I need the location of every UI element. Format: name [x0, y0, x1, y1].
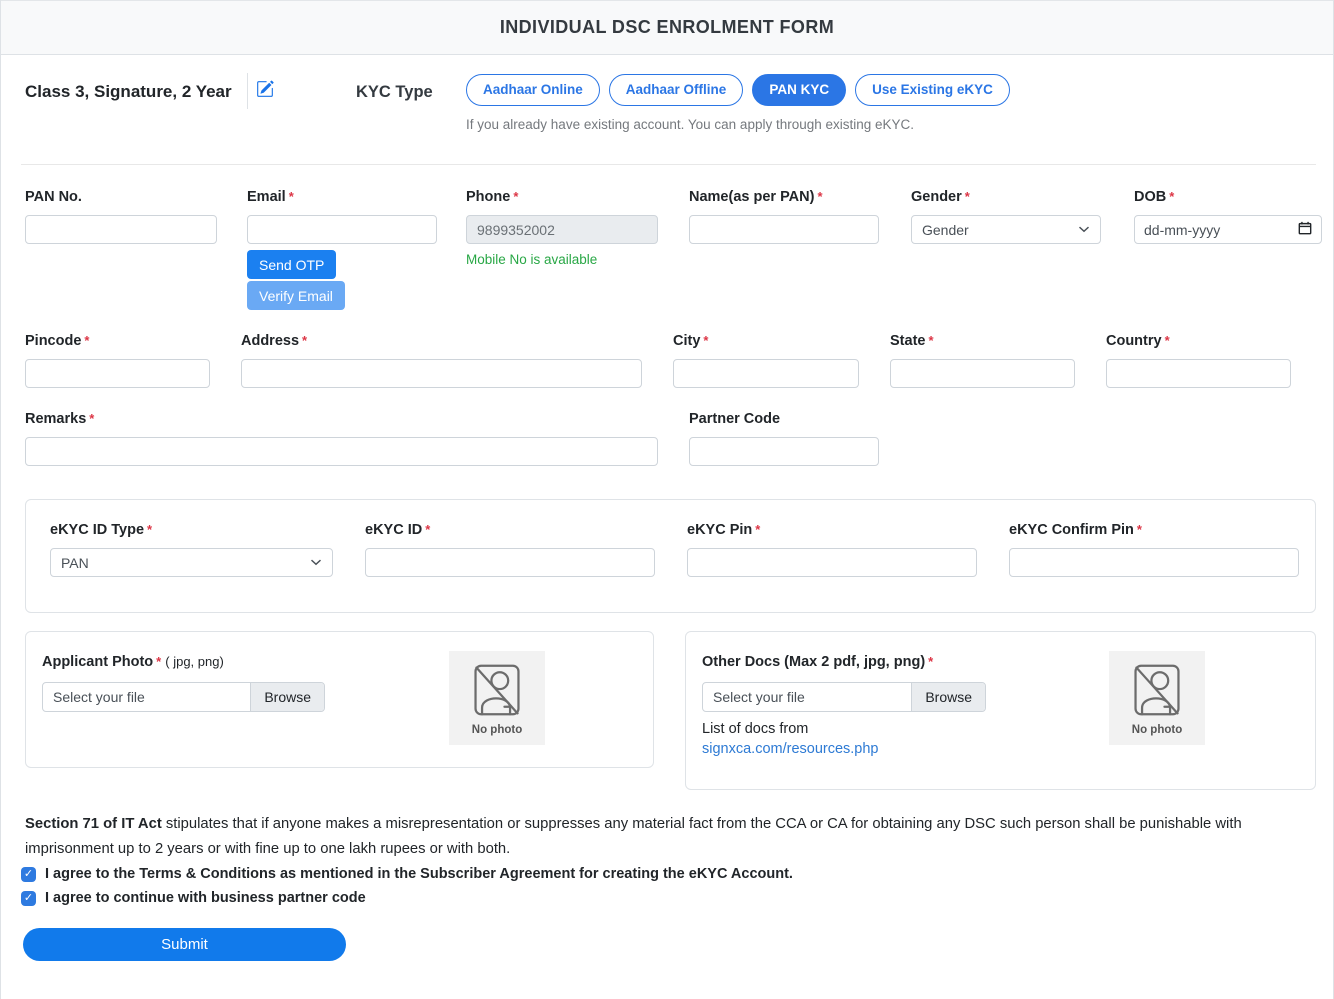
product-label: Class 3, Signature, 2 Year — [25, 82, 232, 102]
no-photo-person-icon — [469, 661, 525, 722]
ekyc-confirm-pin-label: eKYC Confirm Pin* — [1009, 522, 1142, 538]
docs-list-link[interactable]: signxca.com/resources.php — [702, 741, 879, 757]
no-photo-text: No photo — [1132, 724, 1182, 736]
country-input[interactable] — [1106, 359, 1291, 388]
other-docs-file-input[interactable]: Select your file Browse — [702, 682, 986, 712]
ekyc-id-type-value: PAN — [61, 555, 89, 571]
chevron-down-icon — [310, 555, 322, 571]
address-input[interactable] — [241, 359, 642, 388]
section-71-body: stipulates that if anyone makes a misrep… — [25, 816, 1242, 857]
file-placeholder: Select your file — [703, 683, 911, 711]
email-label: Email* — [247, 189, 294, 205]
chevron-down-icon — [1078, 222, 1090, 238]
applicant-photo-file-input[interactable]: Select your file Browse — [42, 682, 325, 712]
ekyc-pin-input[interactable] — [687, 548, 977, 577]
file-placeholder: Select your file — [43, 683, 250, 711]
ekyc-id-type-label: eKYC ID Type* — [50, 522, 152, 538]
kyc-option-aadhaar-online[interactable]: Aadhaar Online — [466, 74, 600, 106]
pincode-label: Pincode* — [25, 333, 89, 349]
docs-list-text: List of docs from — [702, 721, 808, 737]
other-docs-no-photo-placeholder: No photo — [1109, 651, 1205, 745]
section-divider — [21, 164, 1316, 165]
kyc-option-pan-kyc[interactable]: PAN KYC — [752, 74, 846, 106]
ekyc-card: eKYC ID Type* PAN eKYC ID* eKYC Pin* eKY… — [25, 499, 1316, 613]
section-71-bold: Section 71 of IT Act — [25, 816, 162, 832]
city-input[interactable] — [673, 359, 859, 388]
enrolment-form-page: INDIVIDUAL DSC ENROLMENT FORM Class 3, S… — [0, 0, 1334, 999]
partner-code-label: Partner Code — [689, 411, 780, 427]
submit-button[interactable]: Submit — [23, 928, 346, 961]
applicant-no-photo-placeholder: No photo — [449, 651, 545, 745]
gender-select[interactable]: Gender — [911, 215, 1101, 244]
ekyc-id-input[interactable] — [365, 548, 655, 577]
applicant-photo-label: Applicant Photo* ( jpg, png) — [42, 654, 224, 670]
address-label: Address* — [241, 333, 307, 349]
terms-checkbox[interactable]: ✓ — [21, 867, 36, 882]
other-docs-label: Other Docs (Max 2 pdf, jpg, png)* — [702, 654, 933, 670]
edit-pencil-icon — [256, 86, 274, 101]
other-docs-card: Other Docs (Max 2 pdf, jpg, png)* Select… — [685, 631, 1316, 790]
page-title: INDIVIDUAL DSC ENROLMENT FORM — [1, 1, 1333, 54]
vertical-divider — [247, 73, 248, 109]
no-photo-text: No photo — [472, 724, 522, 736]
terms-agreement-label: I agree to the Terms & Conditions as men… — [45, 866, 793, 882]
calendar-icon — [1298, 221, 1312, 238]
pincode-input[interactable] — [25, 359, 210, 388]
country-label: Country* — [1106, 333, 1170, 349]
gender-label: Gender* — [911, 189, 970, 205]
kyc-option-use-existing-ekyc[interactable]: Use Existing eKYC — [855, 74, 1010, 106]
ekyc-pin-label: eKYC Pin* — [687, 522, 760, 538]
browse-button[interactable]: Browse — [911, 683, 985, 711]
kyc-type-options: Aadhaar Online Aadhaar Offline PAN KYC U… — [466, 74, 1010, 106]
ekyc-confirm-pin-input[interactable] — [1009, 548, 1299, 577]
send-otp-button[interactable]: Send OTP — [247, 250, 336, 279]
dob-placeholder: dd-mm-yyyy — [1144, 222, 1220, 238]
partner-code-checkbox[interactable]: ✓ — [21, 891, 36, 906]
dob-input[interactable]: dd-mm-yyyy — [1134, 215, 1322, 244]
section-71-notice: Section 71 of IT Act stipulates that if … — [25, 812, 1316, 862]
city-label: City* — [673, 333, 708, 349]
phone-label: Phone* — [466, 189, 518, 205]
phone-input — [466, 215, 658, 244]
partner-code-input[interactable] — [689, 437, 879, 466]
gender-select-value: Gender — [922, 222, 969, 238]
name-label: Name(as per PAN)* — [689, 189, 823, 205]
browse-button[interactable]: Browse — [250, 683, 324, 711]
remarks-label: Remarks* — [25, 411, 94, 427]
edit-product-button[interactable] — [256, 80, 274, 101]
verify-email-button[interactable]: Verify Email — [247, 281, 345, 310]
terms-agreement-row: ✓ I agree to the Terms & Conditions as m… — [21, 866, 793, 882]
page-header: INDIVIDUAL DSC ENROLMENT FORM — [1, 0, 1333, 55]
pan-input[interactable] — [25, 215, 217, 244]
phone-status-text: Mobile No is available — [466, 252, 597, 267]
email-input[interactable] — [247, 215, 437, 244]
applicant-photo-card: Applicant Photo* ( jpg, png) Select your… — [25, 631, 654, 768]
no-photo-person-icon — [1129, 661, 1185, 722]
name-input[interactable] — [689, 215, 879, 244]
remarks-input[interactable] — [25, 437, 658, 466]
ekyc-id-label: eKYC ID* — [365, 522, 430, 538]
kyc-type-label: KYC Type — [356, 83, 433, 102]
partner-code-agreement-label: I agree to continue with business partne… — [45, 890, 366, 906]
pan-label: PAN No. — [25, 189, 82, 205]
ekyc-id-type-select[interactable]: PAN — [50, 548, 333, 577]
state-input[interactable] — [890, 359, 1075, 388]
state-label: State* — [890, 333, 934, 349]
partner-code-agreement-row: ✓ I agree to continue with business part… — [21, 890, 366, 906]
kyc-option-aadhaar-offline[interactable]: Aadhaar Offline — [609, 74, 744, 106]
kyc-helper-text: If you already have existing account. Yo… — [466, 117, 914, 132]
dob-label: DOB* — [1134, 189, 1174, 205]
